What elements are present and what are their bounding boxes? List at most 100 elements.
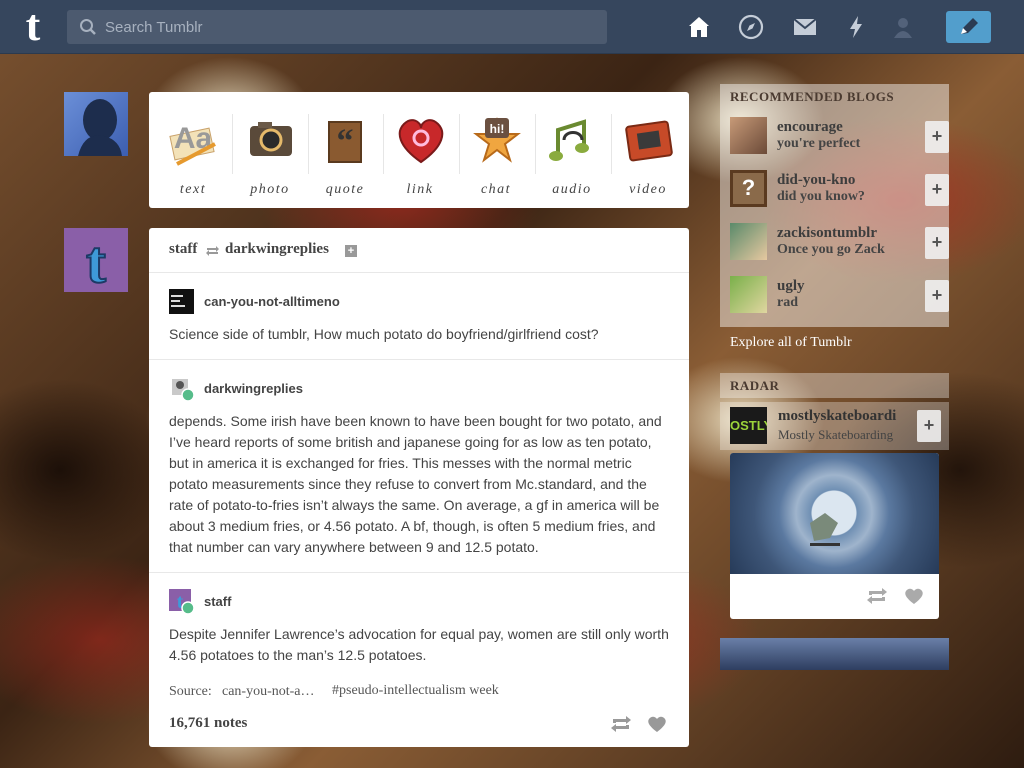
post-type-label: audio (552, 182, 592, 197)
blog-avatar[interactable] (169, 376, 195, 402)
blog-avatar (730, 223, 767, 260)
headphones-icon (549, 119, 589, 161)
tumblr-logo[interactable]: t (18, 4, 48, 48)
radar-post-card (730, 453, 939, 619)
post-type-video[interactable]: video (618, 104, 678, 200)
skateboarder-image (810, 513, 840, 546)
post-type-label: photo (250, 182, 290, 197)
film-icon (625, 120, 673, 162)
entry-blog-name[interactable]: darkwingreplies (204, 381, 303, 396)
explore-link[interactable]: Explore all of Tumblr (730, 335, 852, 351)
entry-blog-name[interactable]: can-you-not-alltimeno (204, 294, 340, 309)
recommended-blog-item[interactable]: encourage you're perfect + (728, 117, 949, 157)
blog-avatar: OSTLY (730, 407, 767, 444)
recommended-blog-title: Once you go Zack (777, 242, 885, 257)
recommended-blog-name[interactable]: encourage (777, 119, 843, 136)
recommended-blog-name[interactable]: zackisontumblr (777, 225, 877, 242)
silhouette-avatar-image (78, 99, 122, 156)
notes-count[interactable]: 16,761 notes (169, 715, 247, 732)
staff-avatar[interactable]: t (64, 228, 128, 292)
radar-blog-title: Mostly Skateboarding (778, 427, 894, 442)
post-type-chat[interactable]: hi! chat (466, 104, 526, 200)
svg-text:hi!: hi! (490, 122, 505, 136)
post-type-quote[interactable]: “ quote (315, 104, 375, 200)
follow-button[interactable]: + (925, 121, 949, 153)
user-avatar[interactable] (64, 92, 128, 156)
divider (535, 114, 536, 174)
post-tag[interactable]: #pseudo-intellectualism week (332, 683, 499, 699)
post-type-bar: Aa text photo “ quote link hi! chat audi… (149, 92, 689, 208)
radar-post-image[interactable] (730, 453, 939, 574)
source-link[interactable]: can-you-not-a… (222, 684, 315, 700)
blog-avatar[interactable]: t (169, 589, 195, 615)
post-type-label: text (179, 182, 207, 197)
recommended-blogs-panel: RECOMMENDED BLOGS encourage you're perfe… (720, 84, 949, 327)
reblog-icon[interactable] (610, 715, 632, 733)
post-type-label: link (406, 182, 434, 197)
like-heart-icon[interactable] (904, 587, 924, 605)
recommended-blog-item[interactable]: zackisontumblr Once you go Zack + (728, 223, 949, 263)
divider (611, 114, 612, 174)
like-heart-icon[interactable] (647, 715, 667, 733)
avatar-image (171, 295, 185, 307)
sidebar-ad-strip (720, 638, 949, 670)
search-box[interactable] (67, 10, 607, 44)
home-icon[interactable] (686, 14, 712, 40)
source-label: Source: (169, 684, 212, 699)
post-type-label: quote (325, 182, 365, 197)
divider (149, 359, 689, 360)
pencil-icon (961, 18, 978, 34)
follow-button[interactable]: + (925, 227, 949, 259)
search-icon (80, 19, 96, 35)
account-icon[interactable] (890, 14, 916, 40)
entry-blog-name[interactable]: staff (204, 594, 231, 609)
follow-plus-icon[interactable]: + (345, 245, 357, 257)
post-card: staff darkwingreplies + can-you-not-allt… (149, 228, 689, 747)
reblog-icon[interactable] (866, 587, 888, 605)
camera-icon (250, 122, 292, 156)
question-mark-icon: ? (730, 170, 767, 207)
svg-text:“: “ (337, 123, 354, 160)
post-header: staff darkwingreplies + (149, 228, 689, 273)
avatar-image (172, 379, 195, 402)
follow-button[interactable]: + (917, 410, 941, 442)
post-type-link[interactable]: link (390, 104, 450, 200)
blog-avatar (730, 117, 767, 154)
reblogged-from-blog[interactable]: darkwingreplies (225, 241, 329, 258)
inbox-icon[interactable] (792, 14, 818, 40)
top-navigation-bar: t (0, 0, 1024, 54)
post-type-audio[interactable]: audio (542, 104, 602, 200)
recommended-blog-name[interactable]: did-you-kno (777, 172, 855, 189)
activity-icon[interactable] (843, 14, 869, 40)
follow-button[interactable]: + (925, 280, 949, 312)
divider (383, 114, 384, 174)
post-type-label: chat (480, 182, 512, 197)
explore-icon[interactable] (738, 14, 764, 40)
svg-text:t: t (86, 229, 106, 292)
divider (308, 114, 309, 174)
recommended-blog-item[interactable]: ugly rad + (728, 276, 949, 316)
text-icon: Aa (169, 122, 216, 166)
blog-avatar (730, 276, 767, 313)
recommended-blog-title: did you know? (777, 189, 865, 204)
radar-title: RADAR (730, 378, 780, 393)
recommended-blog-name[interactable]: ugly (777, 278, 805, 295)
chat-icon: hi! (473, 117, 521, 163)
post-type-text[interactable]: Aa text (163, 104, 223, 200)
search-input[interactable] (105, 10, 595, 44)
divider (459, 114, 460, 174)
divider (232, 114, 233, 174)
recommended-blogs-title: RECOMMENDED BLOGS (730, 89, 895, 104)
quote-icon: “ (328, 121, 362, 163)
post-author[interactable]: staff (169, 241, 197, 258)
radar-blog-item[interactable]: OSTLY mostlyskateboardi Mostly Skateboar… (720, 402, 949, 450)
post-type-photo[interactable]: photo (240, 104, 300, 200)
entry-text: depends. Some irish have been known to h… (169, 413, 662, 555)
follow-button[interactable]: + (925, 174, 949, 206)
blog-avatar[interactable] (169, 289, 194, 314)
radar-header: RADAR (720, 373, 949, 398)
recommended-blog-item[interactable]: ? did-you-kno did you know? + (728, 170, 949, 210)
avatar-image: t (169, 589, 195, 615)
compose-button[interactable] (946, 11, 991, 43)
radar-blog-name[interactable]: mostlyskateboardi (778, 408, 918, 425)
